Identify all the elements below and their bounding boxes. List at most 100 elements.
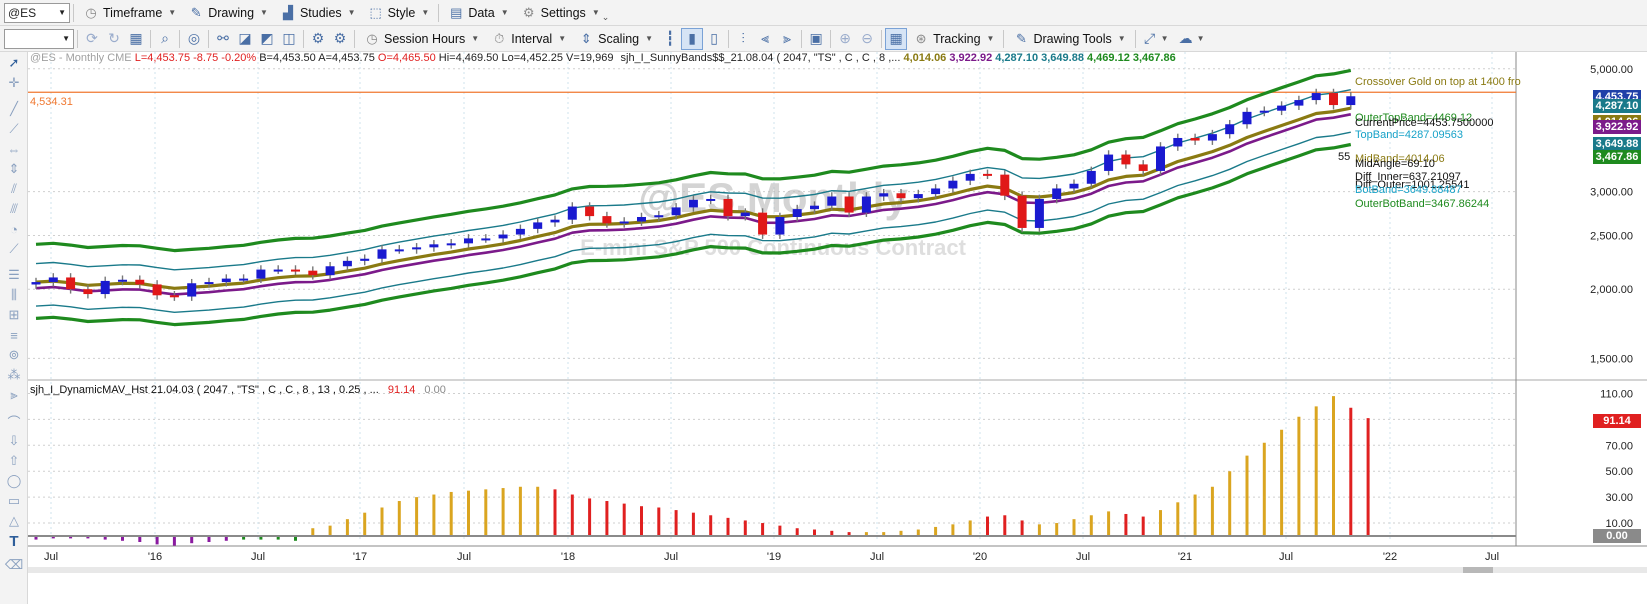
crossover-text: Crossover Gold on top at 1400 fro [1355,76,1521,88]
tracking-label: Tracking [933,31,981,46]
arrow-down-icon[interactable]: ⇩ [5,432,23,450]
arc-icon[interactable]: ⌒ [5,412,23,430]
candle-body [637,216,646,222]
candle-body [1346,96,1356,106]
overflow-icon[interactable]: ⌄ [602,12,610,23]
settings-icon[interactable]: ⚙ [329,28,351,50]
workspace-combo[interactable]: ▼ [4,28,74,49]
price-badge: 4,287.10 [1593,99,1641,113]
candlestick-icon[interactable]: ▮ [681,27,704,50]
indicator-axis-tick: 30.00 [1605,492,1633,504]
price-axis-tick: 2,000.00 [1590,284,1633,296]
candle-body [394,249,404,252]
timeframe-label: Timeframe [103,5,163,20]
indicator-label[interactable]: sjh_I_DynamicMAV_Hst 21.04.03 ( 2047 , "… [30,384,379,396]
divider [179,29,180,48]
tracking-icon: ⊛ [915,30,927,46]
bar-chart-icon[interactable]: ┇ [659,28,681,50]
chart-add-icon[interactable]: ◩ [256,28,278,50]
candle-body [671,207,681,216]
candle-body [1329,93,1338,106]
chart-icon[interactable]: ◪ [234,28,256,50]
cycle-icon[interactable]: ◔ [5,220,23,238]
drawing-button[interactable]: ✎ Drawing ▼ [182,2,274,24]
scrollbar-thumb[interactable] [1463,567,1493,573]
candle-body [135,279,145,285]
chevron-down-icon[interactable]: ▼ [1161,34,1169,43]
candle-body [688,199,698,208]
zoom-out-icon[interactable]: ⊖ [856,28,878,50]
settings-button[interactable]: ⚙ Settings ▼ [515,2,606,24]
candle-body [740,212,750,217]
format-icon[interactable]: ⚙ [307,28,329,50]
volume: V=19,969 [566,52,614,64]
triangle-icon[interactable]: △ [5,512,23,530]
interval-button[interactable]: ⏱ Interval ▼ [485,28,572,50]
candle-body [896,193,906,199]
fibonacci-icon[interactable]: ⫻ [5,200,23,218]
divider [73,3,74,22]
cloud-icon[interactable]: ☁ [1175,28,1197,50]
spiral-icon[interactable]: ⁂ [5,366,23,384]
time-zones-icon[interactable]: ⫼ [5,286,23,304]
line-icon[interactable]: ⫷ [754,28,776,50]
timeframe-button[interactable]: ◷ Timeframe ▼ [77,2,182,24]
rectangle-icon[interactable]: ▭ [5,492,23,510]
bid: B=4,453.50 [259,52,316,64]
channel-icon[interactable]: ⫽ [5,180,23,198]
insert-analysis-icon[interactable]: ⤢ [1139,28,1161,50]
price-axis-tick: 3,000.00 [1590,187,1633,199]
text-tool-icon[interactable]: T [5,532,23,550]
candle-body [291,269,300,272]
study-label[interactable]: sjh_I_SunnyBands$$_21.08.04 ( 2047, "TS"… [621,52,901,64]
candle-body [360,258,370,261]
layout-icon[interactable]: ▣ [805,28,827,50]
horizontal-line-icon[interactable]: ⇔ [5,140,23,158]
drawing-tools-button[interactable]: ✎ Drawing Tools ▼ [1007,28,1131,50]
refresh-icon[interactable]: ⟳ [81,28,103,50]
vertical-line-icon[interactable]: ⇕ [5,160,23,178]
data-button[interactable]: ▤ Data ▼ [442,2,514,24]
eraser-icon[interactable]: ⌫ [5,556,23,574]
ohlc-icon[interactable]: ⫶ [732,28,754,50]
tracking-button[interactable]: ⊛ Tracking ▼ [907,28,1000,50]
chevron-down-icon[interactable]: ▼ [1197,34,1205,43]
hollow-candle-icon[interactable]: ▯ [703,28,725,50]
trendline-icon[interactable]: ╱ [5,100,23,118]
pointer-icon[interactable]: ➚ [5,54,23,72]
grid-icon[interactable]: ▦ [125,28,147,50]
ray-icon[interactable]: ⟋ [5,120,23,138]
arrow-up-icon[interactable]: ⇧ [5,452,23,470]
symbol-combo[interactable]: @ES ▼ [4,2,70,23]
grid-toggle-icon[interactable]: ▦ [885,27,908,50]
horizontal-scrollbar[interactable] [28,567,1647,573]
ellipse-icon[interactable]: ◯ [5,472,23,490]
candle-body [1294,100,1304,106]
crosshair-icon[interactable]: ✛ [5,74,23,92]
drawing-label: Drawing [208,5,255,20]
session-hours-button[interactable]: ◷ Session Hours ▼ [358,28,485,50]
candle-body [983,173,992,176]
gann-icon[interactable]: ⊞ [5,306,23,324]
style-button[interactable]: ⬚ Style ▼ [362,2,436,24]
step-icon[interactable]: ⫸ [776,28,798,50]
candle-body [446,243,456,246]
candle-body [308,270,318,276]
retracement-icon[interactable]: ☰ [5,266,23,284]
zoom-in-icon[interactable]: ⊕ [834,28,856,50]
data-label: Data [468,5,495,20]
compass-icon[interactable]: ◎ [183,28,205,50]
scaling-button[interactable]: ⇕ Scaling ▼ [572,28,659,50]
time-axis-tick: Jul [870,551,884,563]
divider [77,29,78,48]
regression-icon[interactable]: ⫸ [5,386,23,404]
studies-button[interactable]: ▟ Studies ▼ [274,2,362,24]
speed-lines-icon[interactable]: ⟋ [5,240,23,258]
pitchfork-icon[interactable]: ⊚ [5,346,23,364]
reload-icon[interactable]: ↻ [103,28,125,50]
chart-remove-icon[interactable]: ◫ [278,28,300,50]
link-icon[interactable]: ⚯ [212,28,234,50]
candle-body [706,198,716,201]
levels-icon[interactable]: ≡ [5,326,23,344]
zoom-region-icon[interactable]: ⌕ [154,28,176,50]
